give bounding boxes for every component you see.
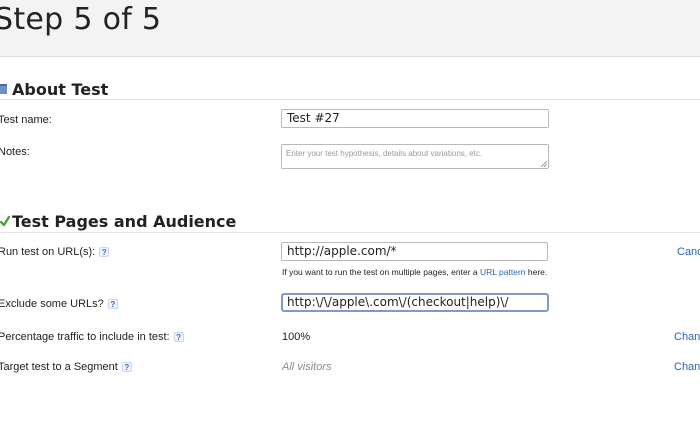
help-icon[interactable]: ? — [99, 247, 110, 257]
hint-suffix: here. — [527, 267, 548, 277]
exclude-urls-input[interactable]: http:\/\/apple\.com\/(checkout|help)\/ — [281, 293, 549, 312]
page-title: Step 5 of 5 — [0, 2, 162, 37]
traffic-label-text: Percentage traffic to include in test: — [0, 331, 170, 343]
run-on-url-label: Run test on URL(s):? — [0, 246, 110, 258]
segment-label: Target test to a Segment? — [0, 361, 132, 373]
change-traffic-link[interactable]: Chan — [674, 331, 700, 343]
run-on-url-label-text: Run test on URL(s): — [0, 246, 96, 258]
checkmark-icon — [0, 215, 10, 227]
help-icon[interactable]: ? — [121, 362, 132, 372]
cancel-link[interactable]: Canc — [677, 246, 700, 258]
exclude-urls-label-text: Exclude some URLs? — [0, 298, 104, 310]
audience-heading: Test Pages and Audience — [0, 212, 240, 232]
section-divider — [0, 232, 700, 233]
notes-placeholder: Enter your test hypothesis, details abou… — [286, 149, 483, 158]
about-test-heading: About Test — [0, 80, 140, 100]
help-icon[interactable]: ? — [173, 332, 184, 342]
hint-prefix: If you want to run the test on multiple … — [282, 267, 478, 277]
audience-title: Test Pages and Audience — [12, 212, 237, 231]
traffic-value: 100% — [282, 331, 311, 343]
help-icon[interactable]: ? — [107, 299, 118, 309]
folder-icon — [0, 84, 7, 94]
notes-label: Notes: — [0, 146, 30, 158]
url-pattern-link[interactable]: URL pattern — [480, 267, 526, 277]
segment-value: All visitors — [282, 361, 332, 373]
about-test-title: About Test — [12, 80, 109, 99]
section-divider — [0, 99, 700, 100]
segment-label-text: Target test to a Segment — [0, 361, 118, 373]
traffic-label: Percentage traffic to include in test:? — [0, 331, 184, 343]
change-segment-link[interactable]: Chan — [674, 361, 700, 373]
test-name-input[interactable]: Test #27 — [281, 109, 549, 128]
resize-grip-icon[interactable] — [541, 161, 547, 167]
test-name-label: Test name: — [0, 114, 52, 126]
exclude-urls-label: Exclude some URLs?? — [0, 298, 118, 310]
notes-textarea[interactable]: Enter your test hypothesis, details abou… — [281, 144, 549, 169]
page-header: Step 5 of 5 — [0, 0, 700, 57]
url-pattern-hint: If you want to run the test on multiple … — [282, 267, 547, 277]
run-on-url-input[interactable]: http://apple.com/* — [281, 242, 548, 261]
